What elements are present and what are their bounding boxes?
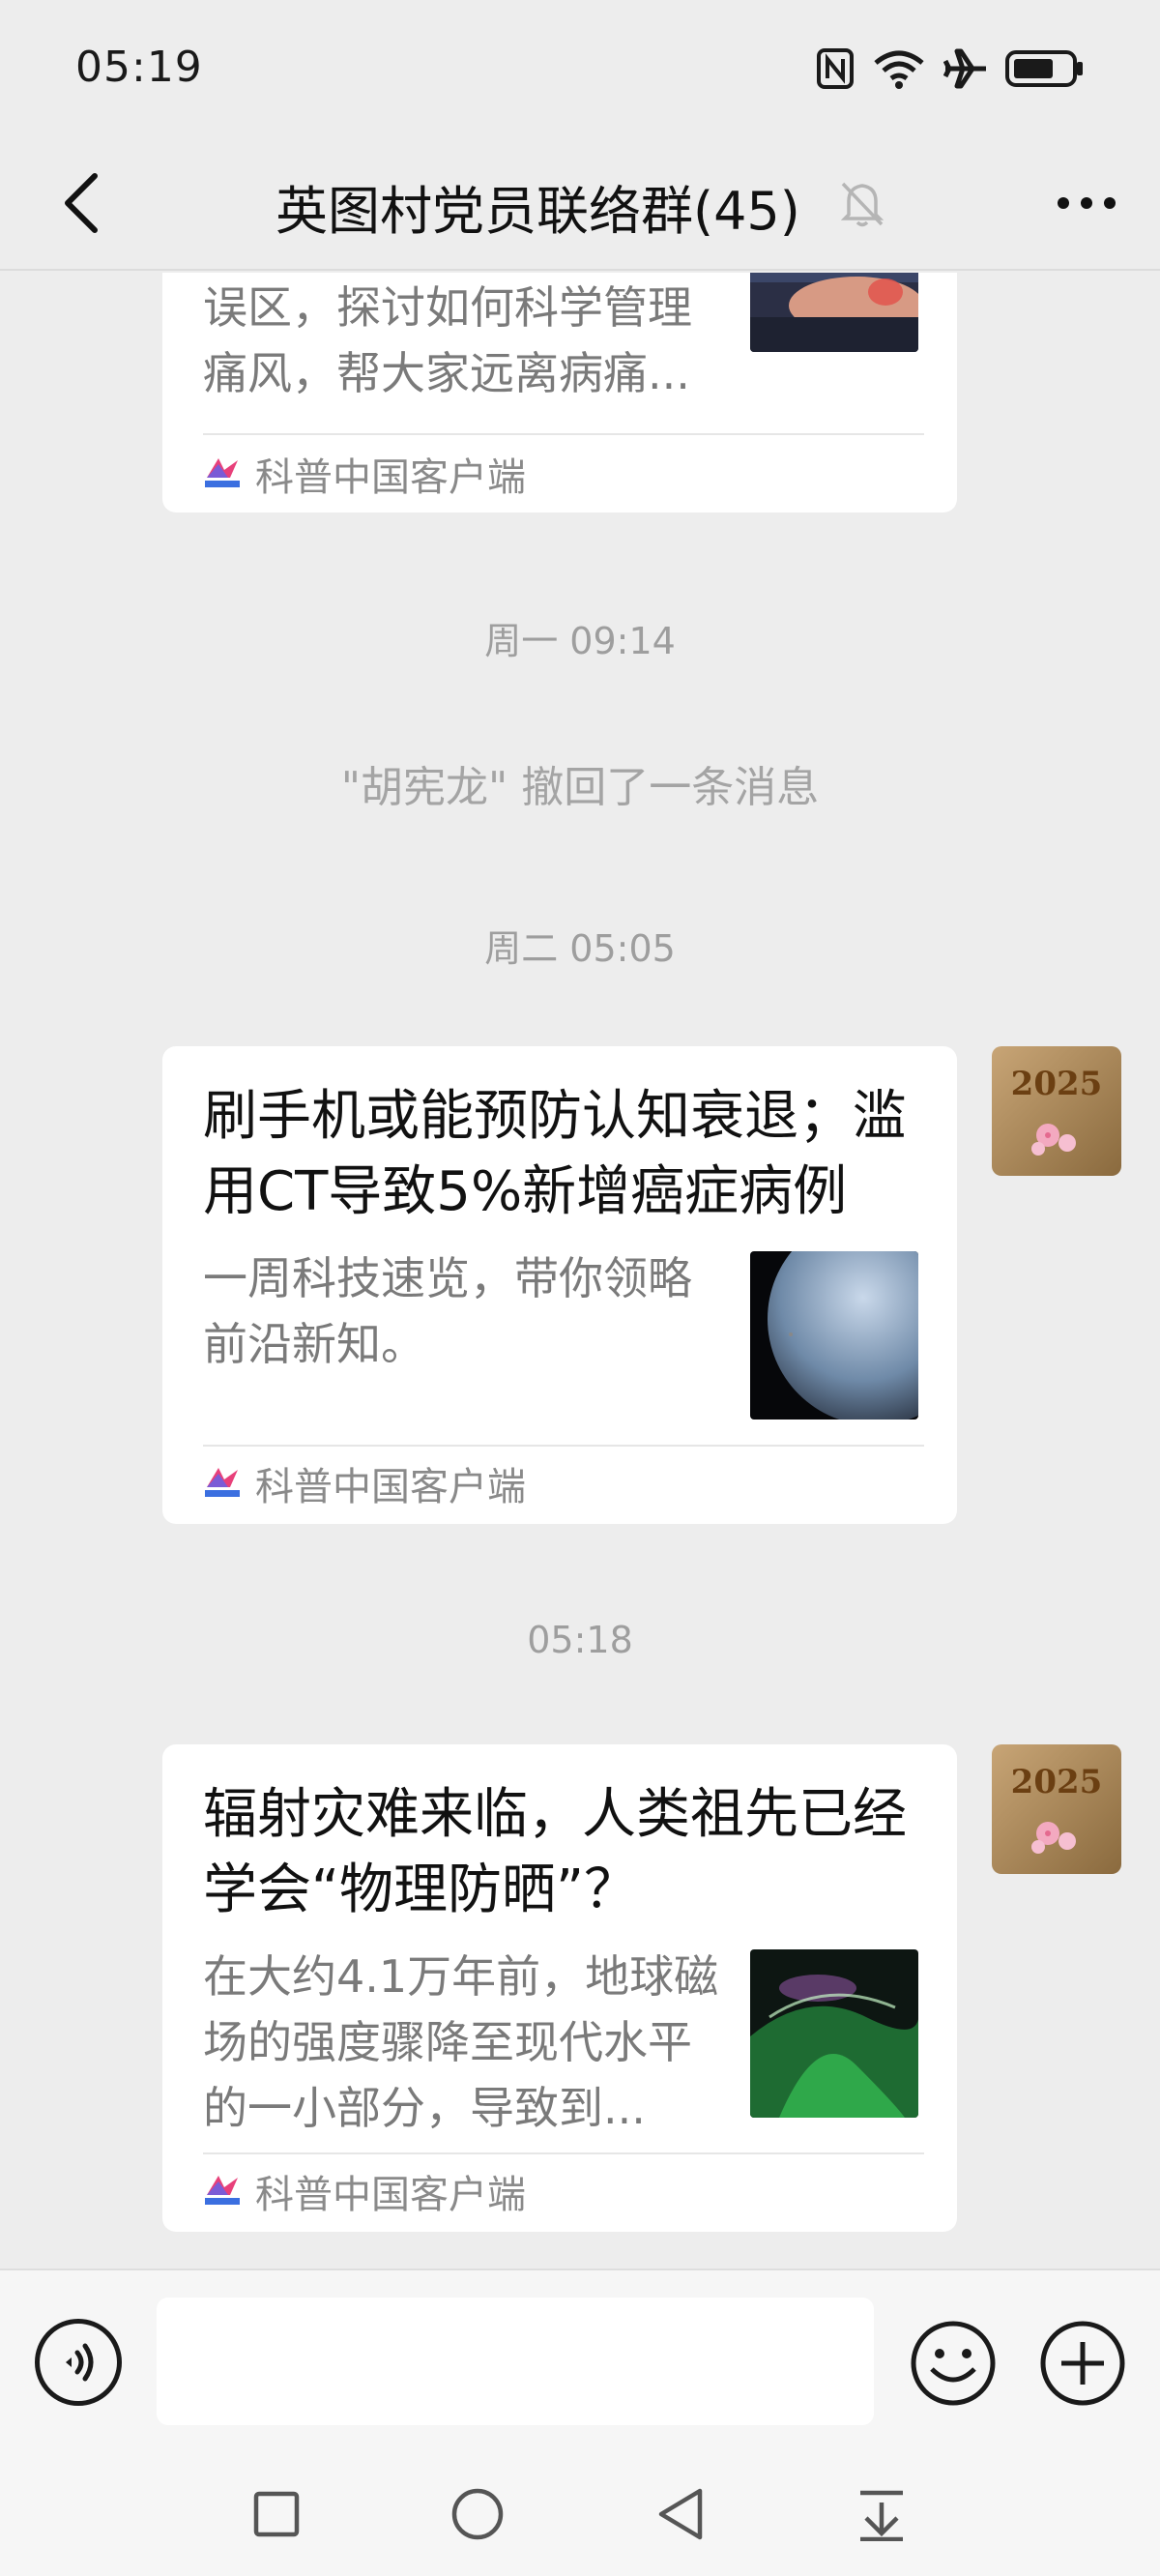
timestamp: 周一 09:14 (484, 620, 676, 662)
article-thumbnail (750, 1949, 918, 2118)
article-source-label: 科普中国客户端 (255, 1465, 526, 1509)
svg-text:2025: 2025 (1011, 1065, 1103, 1103)
voice-icon[interactable] (35, 2319, 122, 2406)
battery-icon (1005, 48, 1085, 89)
timestamp: 周二 05:05 (484, 927, 676, 970)
avatar[interactable]: 2025 (992, 1046, 1121, 1176)
article-source-label: 科普中国客户端 (255, 2173, 526, 2217)
bell-off-icon (833, 174, 891, 232)
card-divider (203, 433, 924, 435)
home-circle-icon[interactable] (443, 2479, 512, 2549)
article-title: 辐射灾难来临，人类祖先已经学会“物理防晒”？ (203, 1783, 907, 1921)
article-thumbnail (750, 273, 918, 352)
emoji-icon[interactable] (909, 2319, 998, 2408)
message-input[interactable] (157, 2298, 874, 2425)
article-card[interactable]: 刷手机或能预防认知衰退；滥用CT导致5%新增癌症病例 |... 一周科技速览，带… (162, 1046, 957, 1524)
chevron-left-icon[interactable] (43, 164, 120, 242)
airplane-icon (943, 47, 988, 90)
recall-notice: "胡宪龙" 撤回了一条消息 (340, 763, 820, 812)
wifi-icon (872, 47, 926, 90)
card-divider (203, 2152, 924, 2154)
card-divider (203, 1445, 924, 1447)
status-bar: 05:19 (0, 0, 1160, 135)
kepu-logo-icon (203, 1464, 242, 1503)
article-card[interactable]: 辐射灾难来临，人类祖先已经学会“物理防晒”？ 在大约4.1万年前，地球磁场的强度… (162, 1744, 957, 2232)
avatar[interactable]: 2025 (992, 1744, 1121, 1874)
system-navigation-bar (0, 2450, 1160, 2576)
article-source: 科普中国客户端 (203, 2162, 526, 2220)
status-icons (816, 44, 1085, 93)
more-dots-icon[interactable] (1048, 164, 1125, 242)
article-source: 科普中国客户端 (203, 1454, 526, 1512)
chat-message-list[interactable]: 误区，探讨如何科学管理痛风，帮大家远离病痛... 科普中国客户端 周一 09:1… (0, 273, 1160, 2269)
status-time: 05:19 (75, 43, 203, 92)
chat-header: 英图村党员联络群(45) (0, 135, 1160, 271)
plus-icon[interactable] (1038, 2319, 1127, 2408)
chat-title: 英图村党员联络群(45) (276, 181, 800, 242)
article-desc: 在大约4.1万年前，地球磁场的强度骤降至现代水平的一小部分，导致到... (203, 1950, 719, 2134)
svg-text:2025: 2025 (1011, 1763, 1103, 1801)
back-triangle-icon[interactable] (646, 2479, 715, 2549)
notification-pull-icon[interactable] (847, 2479, 916, 2549)
article-thumbnail (750, 1251, 918, 1420)
article-desc: 一周科技速览，带你领略前沿新知。 (203, 1252, 692, 1370)
recents-square-icon[interactable] (242, 2479, 311, 2549)
article-desc: 误区，探讨如何科学管理痛风，帮大家远离病痛... (203, 281, 692, 399)
article-source: 科普中国客户端 (203, 445, 526, 503)
article-card[interactable]: 误区，探讨如何科学管理痛风，帮大家远离病痛... 科普中国客户端 (162, 273, 957, 512)
article-source-label: 科普中国客户端 (255, 455, 526, 500)
timestamp: 05:18 (527, 1619, 633, 1661)
article-title: 刷手机或能预防认知衰退；滥用CT导致5%新增癌症病例 |... (203, 1085, 907, 1223)
nfc-icon (816, 47, 855, 90)
kepu-logo-icon (203, 454, 242, 493)
input-bar (0, 2269, 1160, 2450)
kepu-logo-icon (203, 2172, 242, 2210)
